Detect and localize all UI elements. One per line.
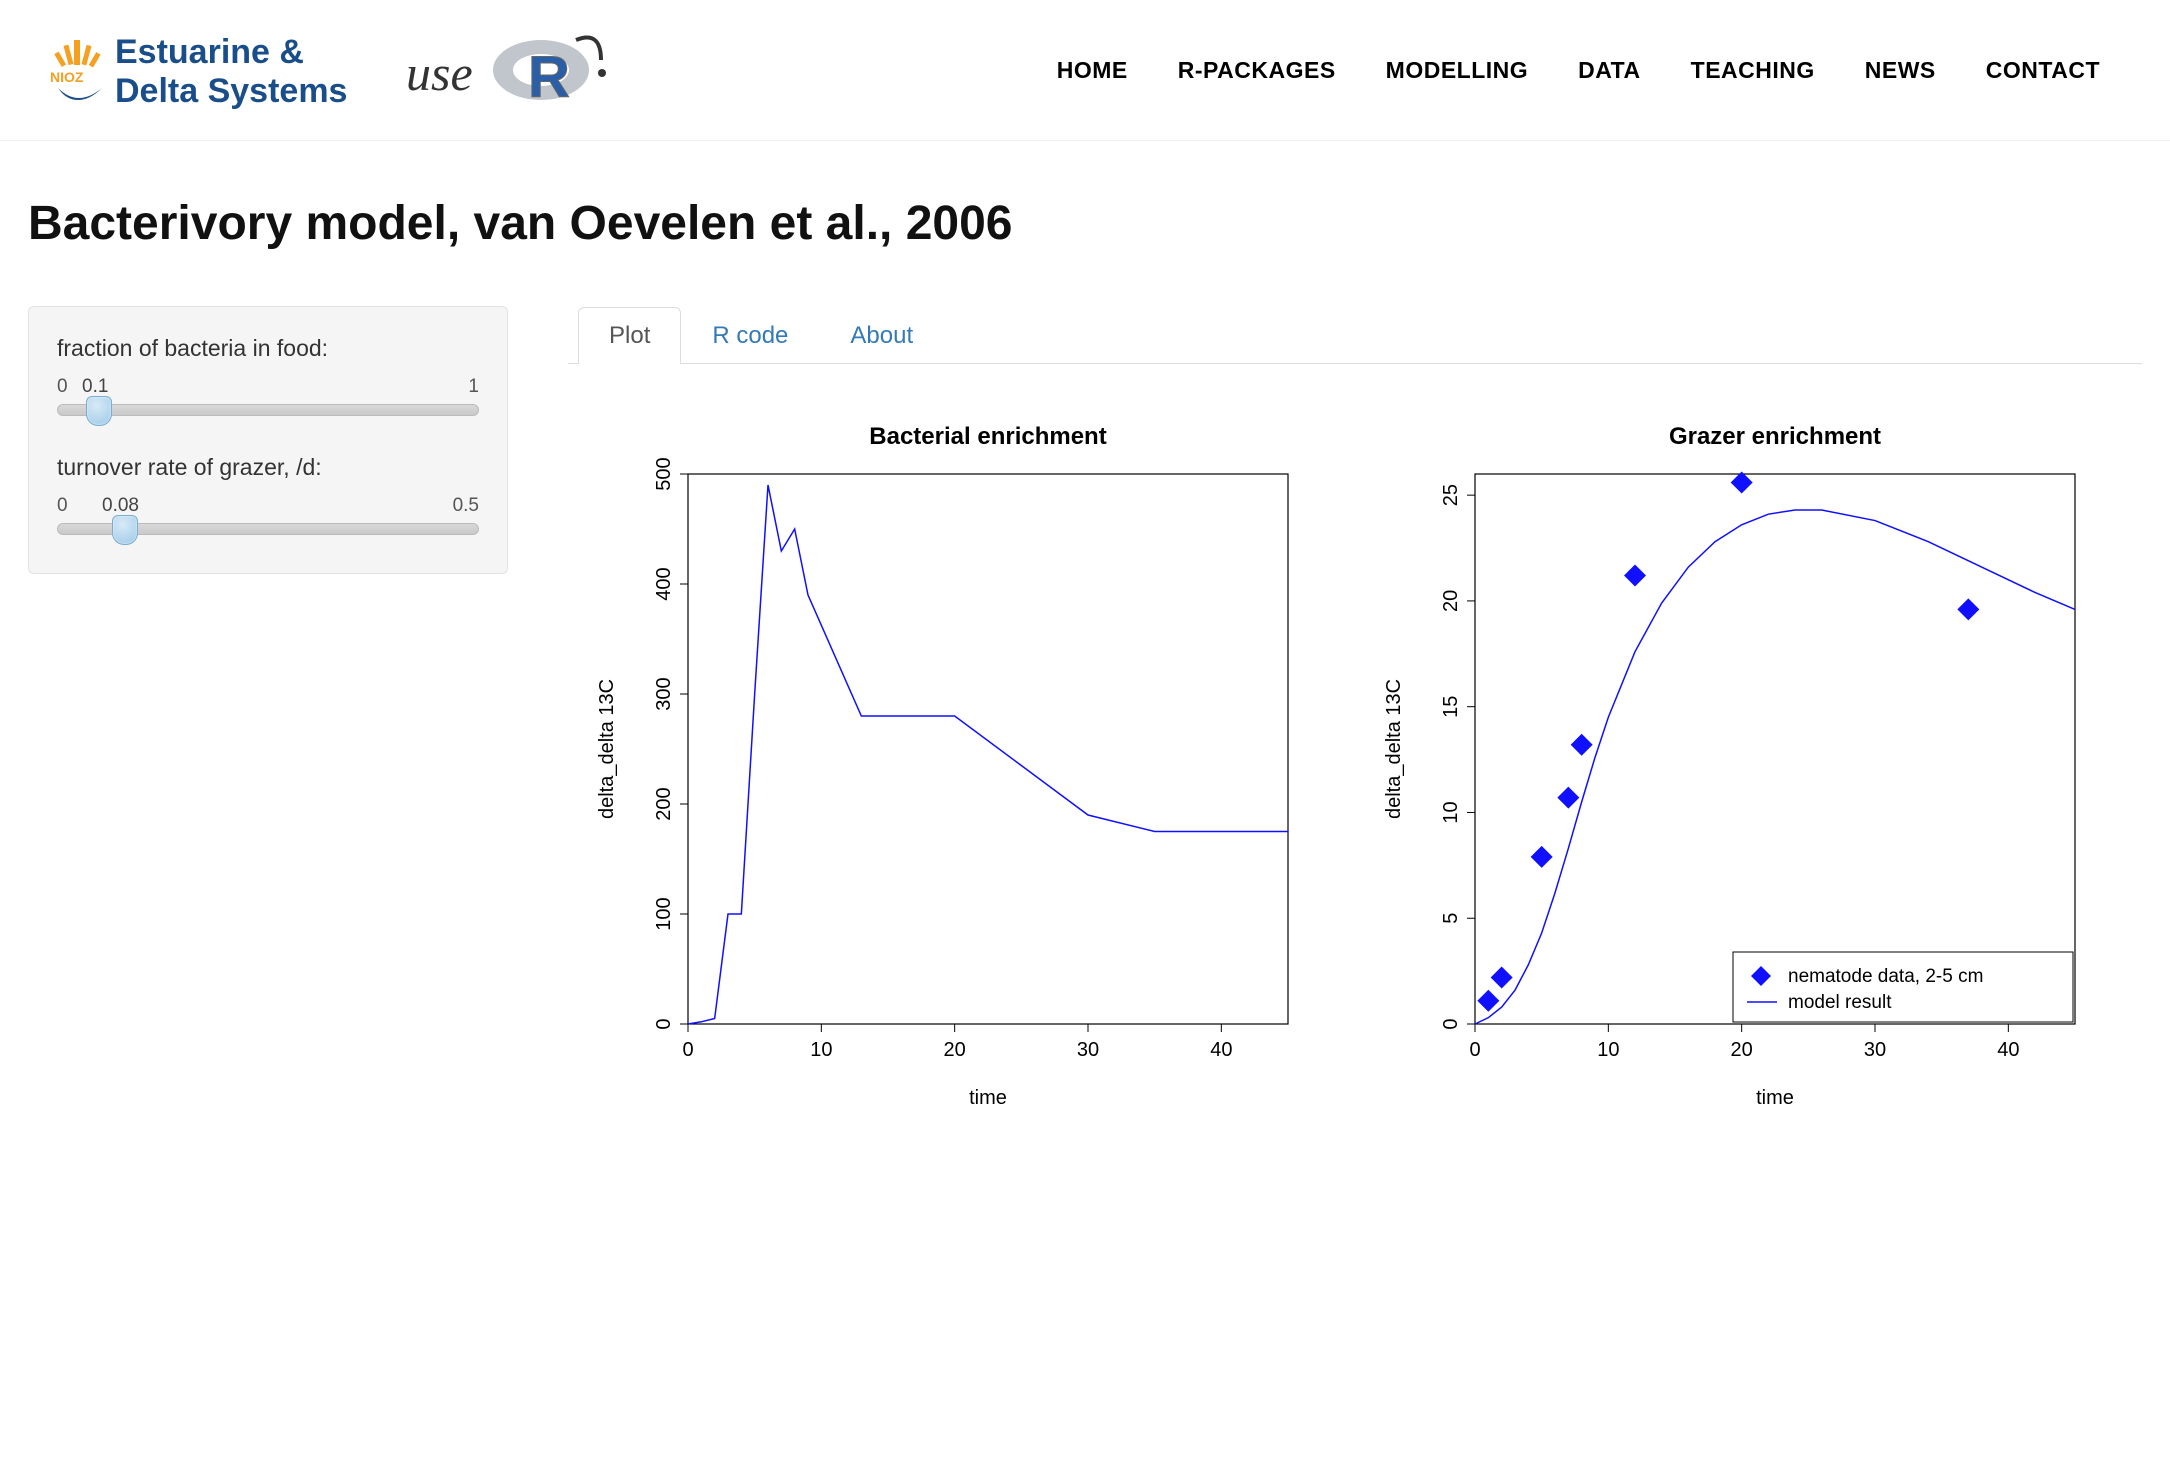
svg-text:time: time	[969, 1087, 1007, 1109]
svg-text:30: 30	[1864, 1039, 1886, 1061]
svg-text:10: 10	[810, 1039, 832, 1061]
svg-text:NIOZ: NIOZ	[50, 69, 84, 85]
nav-home[interactable]: HOME	[1057, 57, 1128, 84]
svg-text:delta_delta 13C: delta_delta 13C	[1383, 679, 1405, 819]
svg-text:20: 20	[1440, 590, 1462, 612]
slider-min: 0	[57, 495, 68, 517]
svg-text:30: 30	[1077, 1039, 1099, 1061]
svg-text:400: 400	[653, 567, 675, 600]
chart-bacterial: Bacterial enrichment01020304001002003004…	[568, 404, 1355, 1144]
slider-max: 1	[468, 376, 479, 398]
main-panel: Plot R code About Bacterial enrichment 0 1…	[568, 306, 2142, 1144]
logo-text-top: Estuarine &	[115, 33, 304, 71]
slider-turnover-rate[interactable]: turnover rate of grazer, /d: 0 0.08 0.5	[57, 454, 479, 545]
nav-news[interactable]: NEWS	[1865, 57, 1936, 84]
svg-text:300: 300	[653, 677, 675, 710]
logo-text-bottom: Delta Systems	[115, 72, 347, 110]
svg-text:15: 15	[1440, 696, 1462, 718]
main-nav: HOME R-PACKAGES MODELLING DATA TEACHING …	[1057, 57, 2130, 84]
svg-text:10: 10	[1597, 1039, 1619, 1061]
tab-plot[interactable]: Plot	[578, 307, 681, 364]
svg-text:delta_delta 13C: delta_delta 13C	[596, 679, 618, 819]
svg-text:model result: model result	[1788, 992, 1892, 1013]
slider-min: 0	[57, 376, 68, 398]
slider-track[interactable]	[57, 404, 479, 416]
svg-text:time: time	[1756, 1087, 1794, 1109]
svg-text:40: 40	[1210, 1039, 1232, 1061]
controls-panel: fraction of bacteria in food: 0 0.1 1 tu…	[28, 306, 508, 574]
svg-text:nematode data, 2-5 cm: nematode data, 2-5 cm	[1788, 966, 1983, 987]
svg-text:25: 25	[1440, 484, 1462, 506]
svg-text:0: 0	[682, 1039, 693, 1061]
svg-text:R: R	[528, 45, 570, 110]
chart-title: Grazer enrichment	[1669, 423, 1881, 450]
svg-text:5: 5	[1440, 913, 1462, 924]
svg-text:200: 200	[653, 787, 675, 820]
chart-grazer: Grazer enrichment 0 10 20 30 40 0 5 10 15 20 25 time…	[1355, 404, 2142, 1144]
page-title: Bacterivory model, van Oevelen et al., 2…	[0, 141, 2170, 306]
slider-value: 0.1	[82, 376, 108, 398]
chart-title: Bacterial enrichment	[869, 423, 1106, 450]
nav-modelling[interactable]: MODELLING	[1386, 57, 1529, 84]
logo-area: NIOZ Estuarine & Delta Systems use R	[40, 20, 606, 120]
use-r-logo-icon: use R	[406, 25, 606, 115]
nav-contact[interactable]: CONTACT	[1986, 57, 2100, 84]
slider-label: turnover rate of grazer, /d:	[57, 454, 479, 481]
site-header: NIOZ Estuarine & Delta Systems use R HOM…	[0, 0, 2170, 141]
slider-fraction-bacteria[interactable]: fraction of bacteria in food: 0 0.1 1	[57, 335, 479, 426]
slider-handle[interactable]	[112, 515, 138, 545]
svg-text:40: 40	[1997, 1039, 2019, 1061]
nav-r-packages[interactable]: R-PACKAGES	[1178, 57, 1336, 84]
charts-area: Bacterial enrichment01020304001002003004…	[568, 364, 2142, 1144]
slider-max: 0.5	[453, 495, 479, 517]
svg-text:100: 100	[653, 897, 675, 930]
svg-text:20: 20	[1731, 1039, 1753, 1061]
tab-about[interactable]: About	[819, 307, 944, 364]
svg-text:10: 10	[1440, 801, 1462, 823]
tab-bar: Plot R code About	[568, 306, 2142, 364]
slider-label: fraction of bacteria in food:	[57, 335, 479, 362]
nav-teaching[interactable]: TEACHING	[1691, 57, 1815, 84]
svg-text:use: use	[406, 45, 473, 101]
tab-r-code[interactable]: R code	[681, 307, 819, 364]
svg-text:0: 0	[1469, 1039, 1480, 1061]
svg-text:0: 0	[1440, 1018, 1462, 1029]
slider-handle[interactable]	[86, 396, 112, 426]
eds-logo-icon: NIOZ Estuarine & Delta Systems	[40, 20, 400, 120]
slider-value: 0.08	[102, 495, 139, 517]
svg-text:20: 20	[944, 1039, 966, 1061]
nav-data[interactable]: DATA	[1578, 57, 1640, 84]
svg-text:500: 500	[653, 457, 675, 490]
svg-text:0: 0	[653, 1018, 675, 1029]
